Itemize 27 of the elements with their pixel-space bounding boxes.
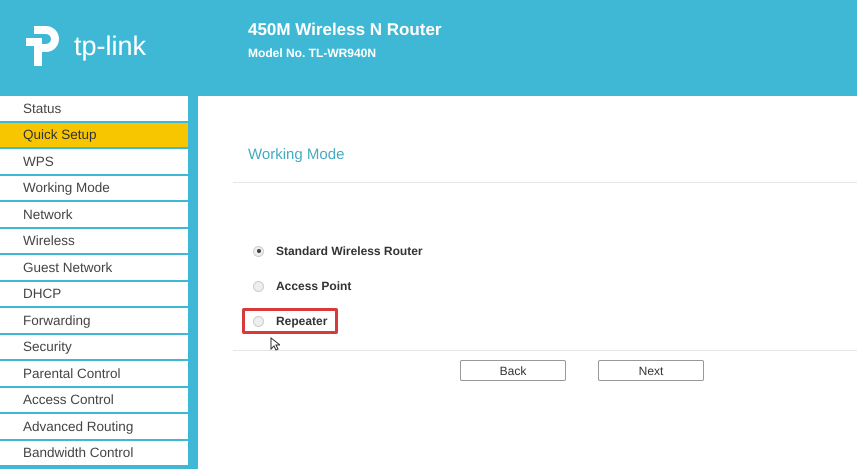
cursor-icon xyxy=(270,337,280,351)
sidebar-item[interactable]: DHCP xyxy=(0,282,188,306)
brand-name: tp-link xyxy=(74,30,146,62)
sidebar-item[interactable]: Quick Setup xyxy=(0,122,188,147)
section-title: Working Mode xyxy=(248,146,344,163)
model-number: Model No. TL-WR940N xyxy=(248,46,377,60)
option-label: Access Point xyxy=(276,279,352,293)
sidebar-item[interactable]: Advanced Routing xyxy=(0,414,188,438)
radio-button[interactable] xyxy=(253,316,264,326)
sidebar-item[interactable]: Working Mode xyxy=(0,176,188,200)
sidebar-item[interactable]: Network xyxy=(0,202,188,226)
sidebar-item[interactable]: Guest Network xyxy=(0,255,188,280)
nav-button[interactable]: Next xyxy=(598,360,704,381)
sidebar-item[interactable]: Security xyxy=(0,334,188,359)
option-label: Repeater xyxy=(276,314,328,328)
radio-button[interactable] xyxy=(253,246,264,256)
product-title: 450M Wireless N Router xyxy=(248,20,442,40)
sidebar-item[interactable]: Status xyxy=(0,96,188,120)
sidebar-item[interactable]: Bandwidth Control xyxy=(0,440,188,465)
option-label: Standard Wireless Router xyxy=(276,244,423,258)
sidebar-item[interactable]: Parental Control xyxy=(0,361,188,386)
sidebar-item[interactable]: Wireless xyxy=(0,228,188,253)
sidebar-item[interactable]: Forwarding xyxy=(0,308,188,332)
sidebar-item[interactable]: Access Control xyxy=(0,388,188,412)
radio-button[interactable] xyxy=(253,280,264,292)
nav-button[interactable]: Back xyxy=(460,360,566,381)
sidebar-item[interactable]: WPS xyxy=(0,149,188,174)
